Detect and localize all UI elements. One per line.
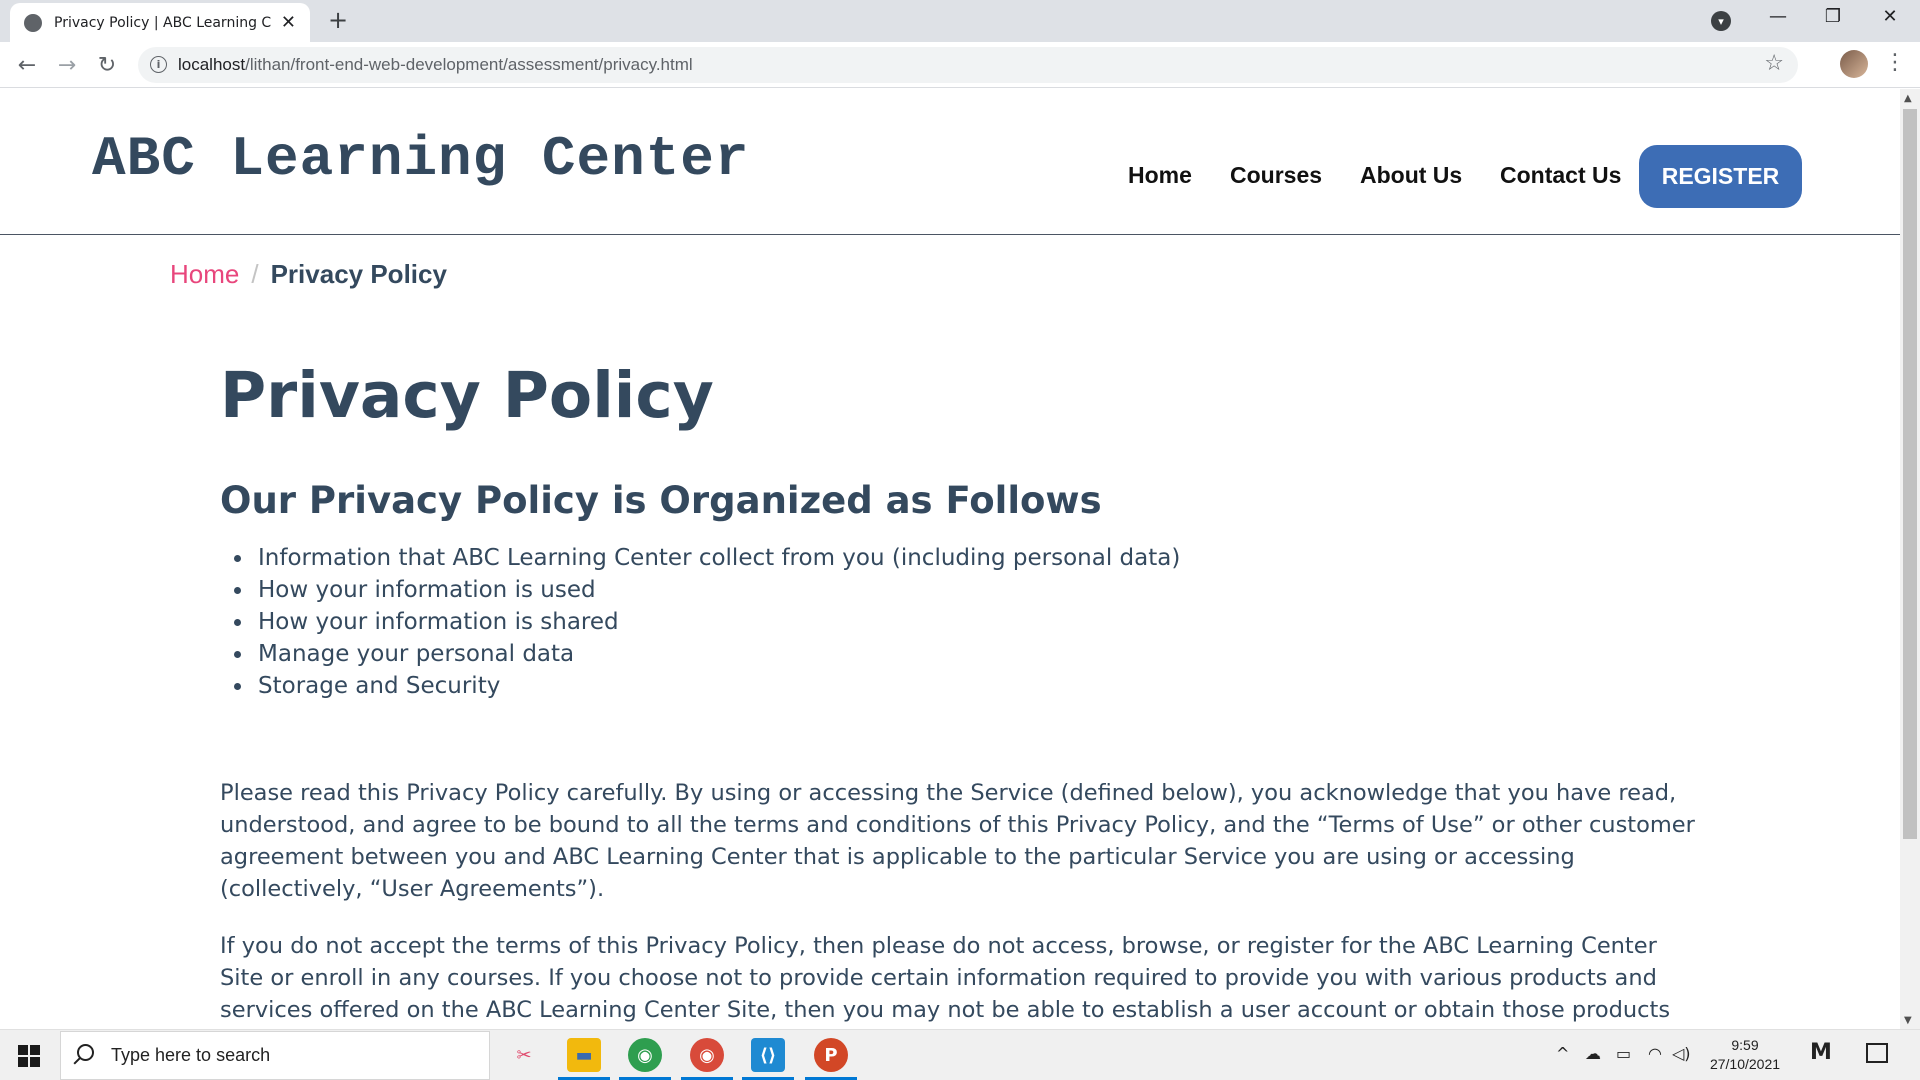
scrollbar-thumb[interactable] xyxy=(1903,109,1917,839)
nav-home[interactable]: Home xyxy=(1128,162,1192,189)
minimize-button[interactable]: — xyxy=(1758,6,1798,27)
site-header: ABC Learning Center Home Courses About U… xyxy=(0,89,1900,235)
powerpoint-icon[interactable]: P xyxy=(814,1038,848,1072)
wifi-icon[interactable]: ◠ xyxy=(1648,1044,1662,1063)
taskbar-search-input[interactable]: Type here to search xyxy=(60,1031,490,1080)
vscode-icon[interactable]: ⟨⟩ xyxy=(751,1038,785,1072)
page-title: Privacy Policy xyxy=(220,359,714,432)
page-viewport: ABC Learning Center Home Courses About U… xyxy=(0,89,1900,1029)
list-item: Storage and Security xyxy=(233,670,1180,702)
acceptance-paragraph: If you do not accept the terms of this P… xyxy=(220,933,1671,1023)
windows-taskbar: Type here to search ✂ ▬ ◉ ◉ ⟨⟩ P ^ ☁ ▭ ◠… xyxy=(0,1029,1920,1080)
info-icon[interactable]: i xyxy=(150,56,167,73)
site-logo[interactable]: ABC Learning Center xyxy=(92,127,750,191)
restore-button[interactable]: ❐ xyxy=(1813,6,1853,27)
intro-paragraph: Please read this Privacy Policy carefull… xyxy=(220,780,1695,902)
clock-time: 9:59 xyxy=(1731,1037,1759,1053)
search-placeholder: Type here to search xyxy=(111,1045,271,1065)
list-item: How your information is shared xyxy=(233,606,1180,638)
profile-avatar[interactable] xyxy=(1840,50,1868,78)
taskbar-clock[interactable]: 9:59 27/10/2021 xyxy=(1700,1036,1790,1074)
close-tab-icon[interactable]: ✕ xyxy=(281,12,296,33)
globe-icon xyxy=(24,13,42,32)
nav-contact-us[interactable]: Contact Us xyxy=(1500,162,1621,189)
tray-chevron-icon[interactable]: ^ xyxy=(1556,1044,1569,1063)
chrome-icon[interactable]: ◉ xyxy=(628,1038,662,1072)
url-text[interactable]: localhost/lithan/front-end-web-developme… xyxy=(178,55,693,75)
policy-outline-list: Information that ABC Learning Center col… xyxy=(233,542,1180,702)
volume-icon[interactable]: ◁) xyxy=(1672,1044,1691,1063)
list-item: How your information is used xyxy=(233,574,1180,606)
mail-app-icon[interactable]: M xyxy=(1810,1040,1832,1065)
browser-tabstrip: Privacy Policy | ABC Learning Center ✕ +… xyxy=(0,0,1920,42)
tab-search-icon[interactable]: ▾ xyxy=(1711,11,1731,31)
clock-date: 27/10/2021 xyxy=(1709,1056,1781,1072)
nav-courses[interactable]: Courses xyxy=(1230,162,1322,189)
chrome-profile-icon[interactable]: ◉ xyxy=(690,1038,724,1072)
tab-title: Privacy Policy | ABC Learning Center xyxy=(54,14,271,31)
breadcrumb: Home / Privacy Policy xyxy=(170,259,447,290)
scroll-down-arrow-icon[interactable]: ▼ xyxy=(1904,1015,1912,1026)
battery-icon[interactable]: ▭ xyxy=(1616,1044,1631,1063)
close-window-button[interactable]: ✕ xyxy=(1870,6,1910,27)
search-icon xyxy=(77,1044,94,1061)
new-tab-button[interactable]: + xyxy=(324,6,352,34)
browser-toolbar: ← → ↻ i localhost/lithan/front-end-web-d… xyxy=(0,42,1920,88)
address-bar[interactable]: i localhost/lithan/front-end-web-develop… xyxy=(138,47,1798,83)
file-explorer-icon[interactable]: ▬ xyxy=(567,1038,601,1072)
breadcrumb-separator: / xyxy=(251,259,259,289)
list-item: Information that ABC Learning Center col… xyxy=(233,542,1180,574)
browser-tab-active[interactable]: Privacy Policy | ABC Learning Center ✕ xyxy=(10,3,310,42)
notification-center-icon[interactable] xyxy=(1866,1043,1888,1063)
windows-start-icon[interactable] xyxy=(18,1045,40,1067)
bookmark-star-icon[interactable]: ☆ xyxy=(1764,51,1784,76)
menu-kebab-icon[interactable]: ⋮ xyxy=(1884,50,1906,75)
scroll-up-arrow-icon[interactable]: ▲ xyxy=(1904,93,1912,104)
breadcrumb-current: Privacy Policy xyxy=(270,259,447,289)
register-button[interactable]: REGISTER xyxy=(1639,145,1802,208)
reload-button[interactable]: ↻ xyxy=(92,50,122,80)
snipping-tool-icon[interactable]: ✂ xyxy=(507,1038,541,1072)
url-path: /lithan/front-end-web-development/assess… xyxy=(245,55,693,74)
section-heading: Our Privacy Policy is Organized as Follo… xyxy=(220,479,1102,522)
nav-about-us[interactable]: About Us xyxy=(1360,162,1462,189)
list-item: Manage your personal data xyxy=(233,638,1180,670)
page-scrollbar[interactable]: ▲ ▼ xyxy=(1900,89,1920,1029)
back-button[interactable]: ← xyxy=(12,50,42,80)
onedrive-cloud-icon[interactable]: ☁ xyxy=(1585,1044,1601,1063)
breadcrumb-home-link[interactable]: Home xyxy=(170,259,239,289)
forward-button[interactable]: → xyxy=(52,50,82,80)
url-host: localhost xyxy=(178,55,246,74)
